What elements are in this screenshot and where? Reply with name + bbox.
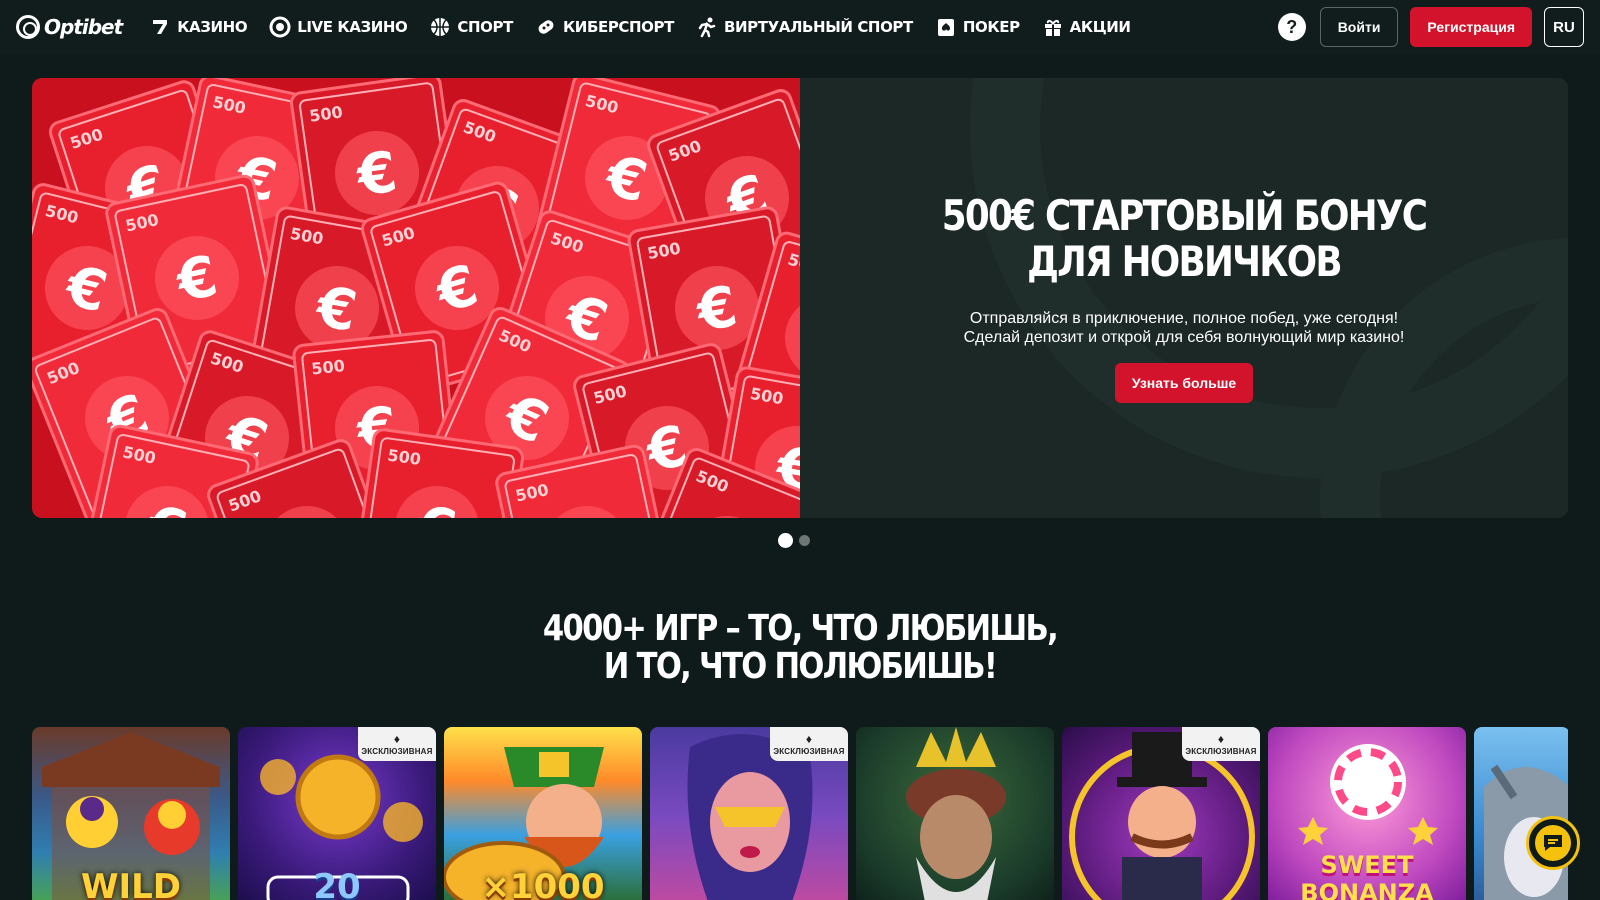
game-title-art: SWEET BONANZA	[1300, 851, 1434, 900]
carousel-dot-active[interactable]	[778, 533, 793, 548]
live-chip-icon	[269, 16, 291, 38]
nav-item-promotions[interactable]: АКЦИИ	[1033, 0, 1140, 54]
gift-icon	[1042, 16, 1064, 38]
games-section-title: 4000+ ИГР – ТО, ЧТО ЛЮБИШЬ, И ТО, ЧТО ПО…	[0, 610, 1600, 686]
diamond-icon: ♦	[1217, 731, 1225, 746]
nav-label: КАЗИНО	[177, 18, 248, 36]
game-card-top-hat-tycoon[interactable]: ♦ ЭКСКЛЮЗИВНАЯ	[1062, 727, 1260, 900]
carousel-dots	[778, 533, 810, 548]
gamepad-icon	[535, 16, 557, 38]
section-title-line1: 4000+ ИГР – ТО, ЧТО ЛЮБИШЬ,	[542, 608, 1059, 649]
section-title-line2: И ТО, ЧТО ПОЛЮБИШЬ!	[603, 646, 998, 687]
nav-label: СПОРТ	[457, 18, 513, 36]
header-actions: ? Войти Регистрация RU	[1277, 7, 1584, 47]
diamond-icon: ♦	[393, 731, 401, 746]
nav-item-live-casino[interactable]: LIVE КАЗИНО	[260, 0, 416, 54]
nav-label: АКЦИИ	[1069, 18, 1131, 36]
banner-title: 500€ СТАРТОВЫЙ БОНУС ДЛЯ НОВИЧКОВ	[941, 191, 1428, 286]
carousel-dot[interactable]	[799, 535, 810, 546]
game-title-art: WILD	[80, 867, 182, 900]
game-title-art: 20	[313, 867, 361, 900]
game-card-x1000-golden[interactable]: ×1000	[444, 727, 642, 900]
badge-label: ЭКСКЛЮЗИВНАЯ	[773, 746, 845, 756]
slot-seven-icon	[149, 16, 171, 38]
nav-item-virtual-sport[interactable]: ВИРТУАЛЬНЫЙ СПОРТ	[687, 0, 922, 54]
banner-text-line1: Отправляйся в приключение, полное побед,…	[969, 310, 1399, 327]
game-card-sweet-bonanza[interactable]: SWEET BONANZA	[1268, 727, 1466, 900]
banner-text-line2: Сделай депозит и открой для себя волнующ…	[963, 329, 1405, 346]
exclusive-badge: ♦ ЭКСКЛЮЗИВНАЯ	[770, 727, 848, 761]
banner-content: 500€ СТАРТОВЫЙ БОНУС ДЛЯ НОВИЧКОВ Отправ…	[800, 78, 1568, 518]
chat-bubble-icon	[1535, 825, 1571, 861]
game-card-viking[interactable]	[1474, 727, 1568, 900]
top-header: Optibet КАЗИНО LIVE КАЗИНО СПОРТ КИБЕРСП…	[0, 0, 1600, 54]
euro-cards-illustration: €500€500€500€500€500€500€500€500€500€500…	[32, 78, 800, 518]
card-value: 500	[310, 356, 345, 378]
nav-label: ПОКЕР	[962, 18, 1020, 36]
logo-text: Optibet	[44, 15, 123, 39]
nav-item-sport[interactable]: СПОРТ	[420, 0, 522, 54]
game-card-warrior-king[interactable]	[856, 727, 1054, 900]
hero-banner[interactable]: €500€500€500€500€500€500€500€500€500€500…	[32, 78, 1568, 518]
chat-support-button[interactable]	[1526, 816, 1580, 870]
badge-label: ЭКСКЛЮЗИВНАЯ	[1185, 746, 1257, 756]
banner-title-line2: ДЛЯ НОВИЧКОВ	[1027, 237, 1343, 286]
banner-title-line1: 500€ СТАРТОВЫЙ БОНУС	[941, 191, 1428, 240]
help-icon[interactable]: ?	[1277, 13, 1306, 41]
nav-item-esports[interactable]: КИБЕРСПОРТ	[526, 0, 683, 54]
main-nav: КАЗИНО LIVE КАЗИНО СПОРТ КИБЕРСПОРТ ВИРТ…	[140, 0, 1139, 54]
nav-label: КИБЕРСПОРТ	[562, 18, 674, 36]
banner-description: Отправляйся в приключение, полное побед,…	[964, 309, 1405, 347]
game-art-illustration	[1484, 764, 1568, 900]
nav-label: LIVE КАЗИНО	[297, 18, 408, 36]
register-button[interactable]: Регистрация	[1410, 7, 1532, 47]
exclusive-badge: ♦ ЭКСКЛЮЗИВНАЯ	[358, 727, 436, 761]
diamond-icon: ♦	[805, 731, 813, 746]
game-title-art: ×1000	[481, 867, 605, 900]
banner-image-euro-cards: €500€500€500€500€500€500€500€500€500€500…	[32, 78, 800, 518]
logo-mark-icon	[16, 15, 40, 39]
badge-label: ЭКСКЛЮЗИВНАЯ	[361, 746, 433, 756]
games-row: WILD ♦ ЭКСКЛЮЗИВНАЯ 20 ×1000 ♦ ЭКСКЛЮЗИВ…	[32, 727, 1568, 900]
nav-label: ВИРТУАЛЬНЫЙ СПОРТ	[723, 18, 913, 36]
login-button[interactable]: Войти	[1319, 7, 1399, 47]
learn-more-button[interactable]: Узнать больше	[1114, 363, 1254, 403]
game-card-20-golden-coins[interactable]: ♦ ЭКСКЛЮЗИВНАЯ 20	[238, 727, 436, 900]
game-art-illustration	[906, 727, 1006, 900]
nav-item-casino[interactable]: КАЗИНО	[140, 0, 256, 54]
nav-item-poker[interactable]: ПОКЕР	[926, 0, 1029, 54]
running-icon	[696, 16, 718, 38]
basketball-icon	[429, 16, 451, 38]
game-card-wild[interactable]: WILD	[32, 727, 230, 900]
poker-card-icon	[935, 16, 957, 38]
exclusive-badge: ♦ ЭКСКЛЮЗИВНАЯ	[1182, 727, 1260, 761]
language-selector[interactable]: RU	[1544, 7, 1584, 47]
game-card-masked-heroine[interactable]: ♦ ЭКСКЛЮЗИВНАЯ	[650, 727, 848, 900]
optibet-logo[interactable]: Optibet	[16, 15, 123, 39]
